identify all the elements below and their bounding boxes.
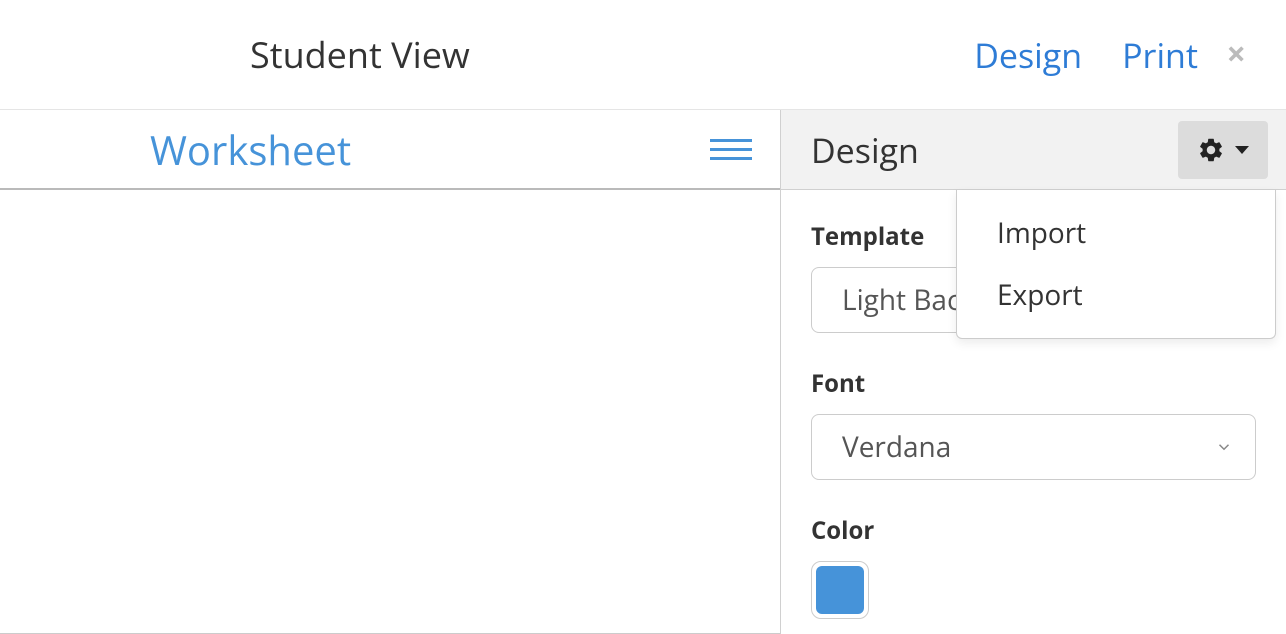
gear-icon [1197, 136, 1225, 164]
gear-menu-button[interactable] [1178, 121, 1268, 179]
chevron-down-icon [1215, 438, 1233, 456]
header-links: Design Print [974, 32, 1198, 78]
menu-import[interactable]: Import [957, 202, 1275, 264]
font-select[interactable]: Verdana [811, 414, 1256, 480]
header-bar: Student View Design Print × [0, 0, 1286, 110]
gear-dropdown-menu: Import Export [956, 190, 1276, 339]
color-swatch [816, 566, 864, 614]
menu-export[interactable]: Export [957, 264, 1275, 326]
design-panel-title: Design [811, 127, 919, 173]
design-link[interactable]: Design [974, 32, 1082, 78]
print-link[interactable]: Print [1122, 32, 1198, 78]
content-area: Worksheet Design Import Export Template … [0, 110, 1286, 634]
color-picker[interactable] [811, 561, 869, 619]
color-label: Color [811, 514, 1256, 547]
chevron-down-icon [1235, 146, 1249, 154]
font-label: Font [811, 367, 1256, 400]
design-panel-header: Design [781, 110, 1286, 190]
design-panel: Design Import Export Template Light Back… [780, 110, 1286, 634]
page-title: Student View [250, 30, 470, 79]
worksheet-header-row: Worksheet [0, 110, 780, 190]
font-select-value: Verdana [842, 428, 951, 466]
close-icon[interactable]: × [1227, 36, 1246, 70]
worksheet-panel: Worksheet [0, 110, 780, 634]
worksheet-title[interactable]: Worksheet [150, 122, 351, 177]
hamburger-icon[interactable] [710, 139, 756, 160]
